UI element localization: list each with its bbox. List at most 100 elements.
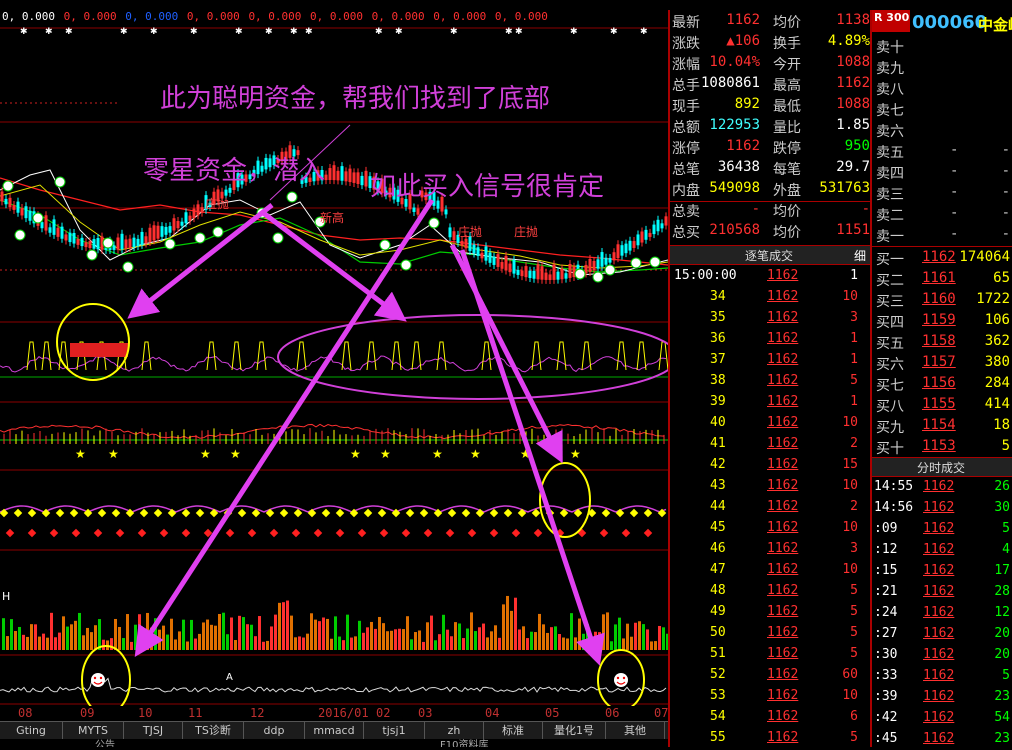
candle-body bbox=[544, 272, 548, 280]
volume-bar bbox=[318, 621, 321, 650]
tick-row: :39 1162 23 bbox=[872, 687, 1012, 708]
volume-bar bbox=[218, 613, 221, 650]
detail-button[interactable]: 细 bbox=[854, 247, 866, 264]
tab-tjsj[interactable]: TJSJ bbox=[124, 722, 183, 740]
ma-value: 0, 0.000 bbox=[248, 10, 302, 23]
candle-body bbox=[636, 234, 640, 246]
volume-bar bbox=[490, 631, 493, 650]
trade-volume: 6 bbox=[850, 709, 858, 724]
trade-seq: 55 bbox=[710, 730, 726, 745]
candle-body bbox=[364, 170, 368, 187]
volume-bar bbox=[446, 629, 449, 650]
trade-seq: 50 bbox=[710, 625, 726, 640]
signal-star: ✱ bbox=[290, 27, 298, 37]
tab-f10[interactable]: F10资料库 bbox=[440, 736, 488, 747]
trade-volume: 5 bbox=[850, 730, 858, 745]
volume-bar bbox=[210, 624, 213, 650]
volume-bar bbox=[626, 623, 629, 650]
quote-value: 10.04% bbox=[709, 54, 760, 70]
quote-row: 总买 210568 均价 1151 bbox=[670, 220, 872, 241]
volume-bar bbox=[410, 639, 413, 650]
volume-bar bbox=[198, 633, 201, 650]
candle-body bbox=[596, 259, 600, 269]
tick-price: 1162 bbox=[923, 563, 955, 578]
tick-volume: 26 bbox=[994, 479, 1010, 494]
indicator-3-diamond bbox=[503, 508, 513, 518]
indicator-3-diamond bbox=[335, 528, 345, 538]
indicator-3-diamond bbox=[111, 508, 121, 518]
volume-bar bbox=[558, 634, 561, 650]
quote-label: 总买 bbox=[672, 225, 700, 241]
signal-star: ✱ bbox=[640, 27, 648, 37]
indicator-3-diamond bbox=[97, 508, 107, 518]
quote-value: 531763 bbox=[819, 180, 870, 196]
ask-volume: - bbox=[1001, 163, 1010, 179]
indicator-2-star: ★ bbox=[380, 447, 391, 461]
candle-body bbox=[180, 221, 184, 226]
quote-label: 最低 bbox=[773, 99, 801, 115]
trade-volume: 2 bbox=[850, 436, 858, 451]
trade-volume: 10 bbox=[842, 520, 858, 535]
tab-quant-1[interactable]: 量化1号 bbox=[543, 722, 606, 740]
indicator-3-diamond bbox=[269, 528, 279, 538]
tick-volume: 5 bbox=[1002, 521, 1010, 536]
tab-ts-diagnosis[interactable]: TS诊断 bbox=[183, 722, 244, 740]
trade-seq: 46 bbox=[710, 541, 726, 556]
ma-value: 0, 0.000 bbox=[186, 10, 240, 23]
ask-price: - bbox=[950, 205, 959, 221]
trade-price: 1162 bbox=[767, 394, 799, 409]
indicator-3-diamond bbox=[377, 508, 387, 518]
volume-bar bbox=[78, 612, 81, 650]
trade-price: 1162 bbox=[767, 499, 799, 514]
trade-detail-panel[interactable]: 逐笔成交 细 15:00:00 1162 1 34 1162 10 35 1162 3 36… bbox=[668, 245, 872, 747]
candle-body bbox=[140, 231, 144, 245]
trade-row: 54 1162 6 bbox=[670, 707, 872, 728]
candle-body bbox=[564, 273, 568, 279]
indicator-3-diamond bbox=[357, 528, 367, 538]
indicator-3-diamond bbox=[467, 528, 477, 538]
volume-bar bbox=[646, 629, 649, 650]
ask-row: 卖四 - - bbox=[872, 161, 1012, 182]
volume-bar bbox=[74, 620, 77, 650]
indicator-2-star: ★ bbox=[230, 447, 241, 461]
tab-announcement[interactable]: 公告 bbox=[95, 736, 115, 747]
tick-detail-panel[interactable]: 分时成交 14:55 1162 26 14:56 1162 30:09 1162 5:12 11… bbox=[870, 457, 1012, 747]
indicator-3-diamond bbox=[511, 528, 521, 538]
annotation-arrow bbox=[134, 198, 435, 658]
bid-volume: 1722 bbox=[976, 291, 1010, 307]
indicator-3-diamond bbox=[321, 508, 331, 518]
tab-tjsj1[interactable]: tjsj1 bbox=[364, 722, 425, 740]
bid-row: 买八 1155 414 bbox=[872, 394, 1012, 415]
tick-price: 1162 bbox=[923, 500, 955, 515]
indicator-3-diamond bbox=[629, 508, 639, 518]
kline-chart-area[interactable]: ✱ ✱ ✱ ✱ ✱ ✱ ✱ ✱ ✱ ✱ ✱ ✱ ✱ ✱ ✱ ✱ ✱ ✱ 庄抛 庄抛 庄抛 新高 ★ ★ ★ ★ ★ ★ ★ ★ ★… bbox=[0, 0, 668, 747]
volume-bar bbox=[494, 625, 497, 650]
trade-price: 1162 bbox=[767, 373, 799, 388]
volume-bar bbox=[578, 618, 581, 650]
indicator-spike bbox=[206, 341, 217, 371]
indicator-2-marks: ★ ★ ★ ★ ★ ★ ★ ★ ★ ★ bbox=[3, 428, 665, 461]
volume-bar bbox=[226, 634, 229, 650]
smiley-marker bbox=[428, 217, 440, 229]
indicator-3-diamond bbox=[137, 528, 147, 538]
volume-label: H bbox=[2, 590, 10, 603]
indicator-spike bbox=[231, 341, 242, 371]
indicator-3-diamond bbox=[27, 508, 37, 518]
tab-gting[interactable]: Gting bbox=[0, 722, 63, 740]
volume-bar bbox=[194, 638, 197, 650]
indicator-3-marks bbox=[0, 508, 667, 538]
candle-body bbox=[152, 225, 156, 241]
trade-price: 1162 bbox=[767, 688, 799, 703]
date-tick: 2016/01 bbox=[318, 706, 369, 720]
tab-standard[interactable]: 标准 bbox=[484, 722, 543, 740]
tab-other[interactable]: 其他 bbox=[606, 722, 665, 740]
volume-bar bbox=[158, 629, 161, 650]
smiley-marker bbox=[212, 226, 224, 238]
candle-body bbox=[172, 218, 176, 231]
tab-mmacd[interactable]: mmacd bbox=[305, 722, 364, 740]
tab-ddp[interactable]: ddp bbox=[244, 722, 305, 740]
indicator-3-diamond bbox=[139, 508, 149, 518]
ask-volume: - bbox=[1001, 184, 1010, 200]
tick-price: 1162 bbox=[923, 668, 955, 683]
candle-body bbox=[488, 252, 492, 263]
